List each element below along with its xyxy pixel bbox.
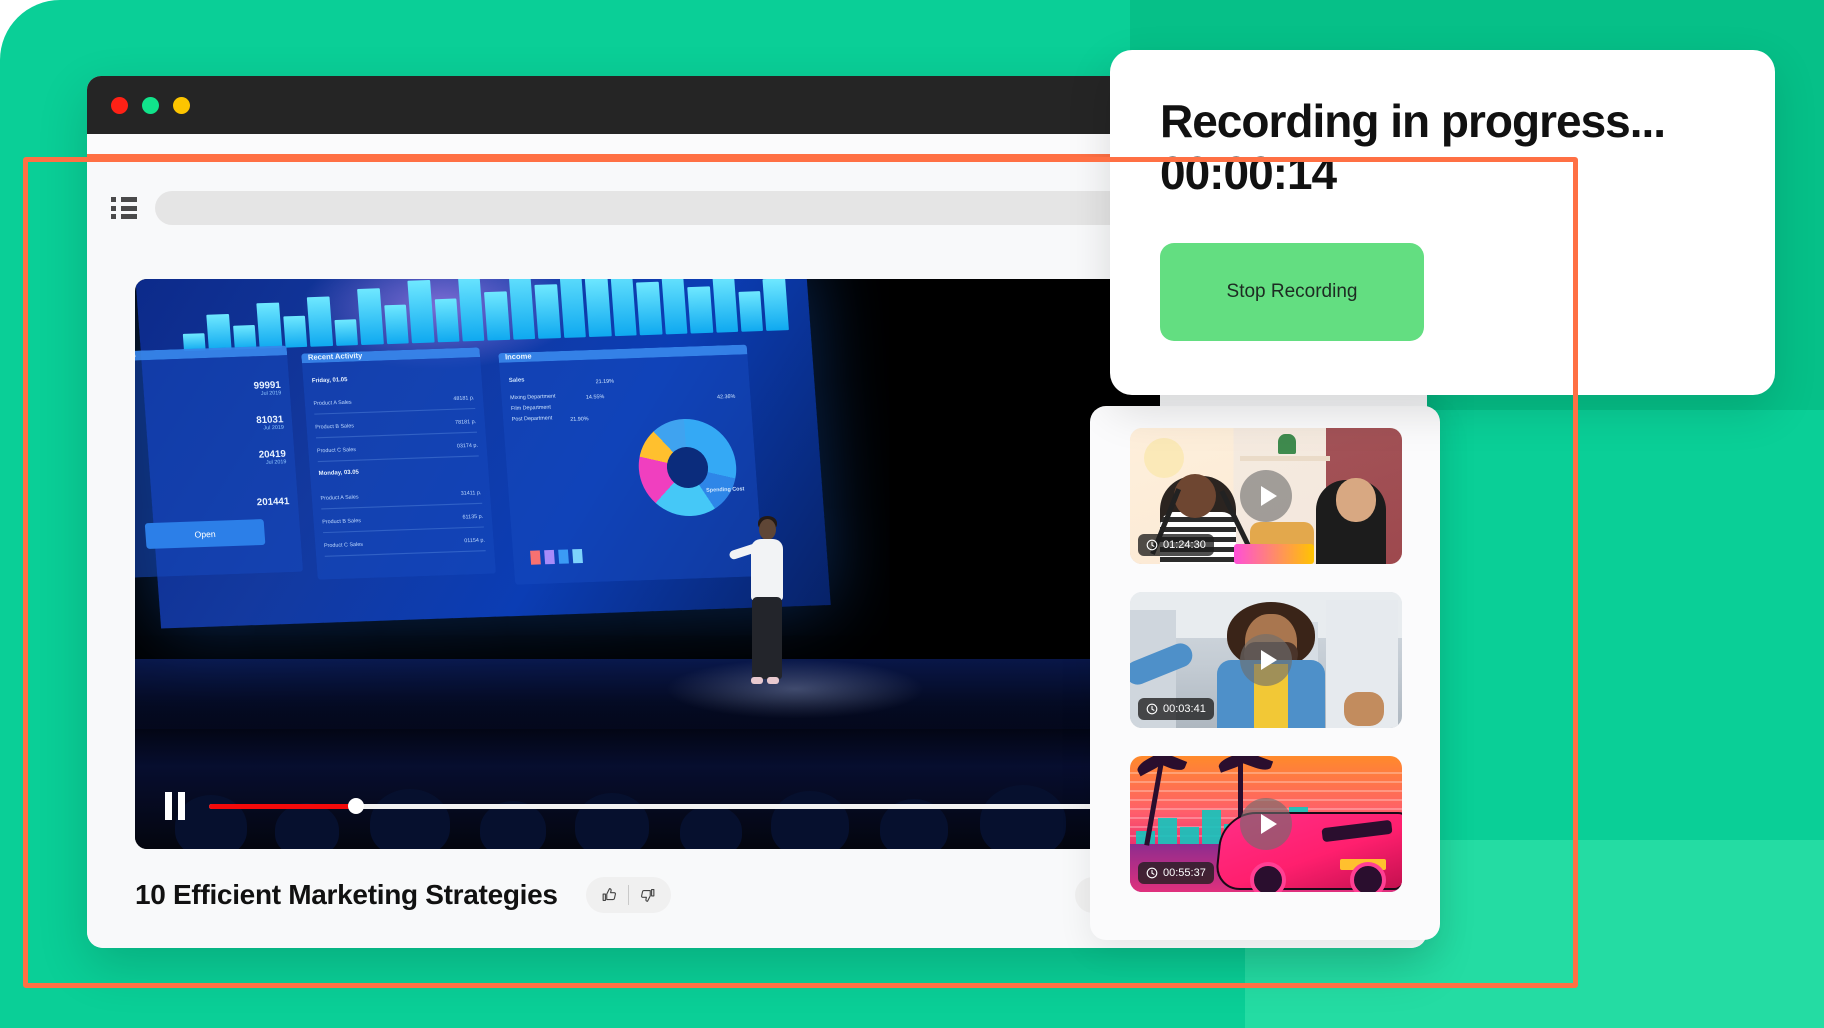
duration-badge: 00:03:41 [1138, 698, 1214, 720]
duration-badge: 00:55:37 [1138, 862, 1214, 884]
list-icon[interactable] [111, 197, 137, 219]
play-icon[interactable] [1240, 470, 1292, 522]
income-donut-chart [635, 417, 740, 518]
activity-label: Product C Sales [323, 540, 364, 549]
suggestions-sidebar: 01:24:30 00:03:41 00:55:37 [1090, 406, 1440, 940]
video-player[interactable]: ounts 99991 Jul 2019 81031 Jul 2019 2041… [135, 279, 1160, 849]
suggestion-thumbnail[interactable]: 01:24:30 [1130, 428, 1402, 564]
screenshot-root: ounts 99991 Jul 2019 81031 Jul 2019 2041… [0, 0, 1824, 1028]
stop-recording-button[interactable]: Stop Recording [1160, 243, 1424, 342]
activity-amount: 48181 p. [453, 394, 475, 402]
recording-timer: 00:00:14 [1160, 146, 1337, 199]
activity-amount: 61135 p. [462, 512, 484, 521]
presentation-slide: ounts 99991 Jul 2019 81031 Jul 2019 2041… [135, 279, 831, 629]
duration-text: 01:24:30 [1163, 539, 1206, 551]
income-percent: 14.55% [585, 393, 605, 401]
progress-fill [209, 803, 357, 809]
player-controls [135, 763, 1160, 849]
clock-icon [1146, 867, 1158, 879]
income-legend-title: Sales [508, 377, 525, 385]
income-percent: 21.19% [595, 378, 615, 386]
activity-label: Product B Sales [321, 517, 362, 526]
play-icon[interactable] [1240, 634, 1292, 686]
activity-amount: 31411 p. [460, 489, 482, 497]
activity-amount: 03174 p. [456, 441, 479, 450]
recording-status: Recording in progress... [1160, 95, 1666, 147]
slide-recent-title: Recent Activity [307, 352, 363, 362]
activity-label: Product A Sales [320, 493, 359, 502]
income-department: Post Department [511, 415, 553, 423]
activity-amount: 78181 p. [454, 418, 477, 426]
suggestion-thumbnail[interactable]: 00:55:37 [1130, 756, 1402, 892]
account-date: Jul 2019 [265, 458, 287, 467]
video-title-row: 10 Efficient Marketing Strategies [135, 865, 1160, 925]
income-percent: 42.36% [716, 393, 736, 401]
account-date: Jul 2019 [260, 389, 282, 398]
clock-icon [1146, 703, 1158, 715]
slide-accounts-title: ounts [135, 352, 136, 360]
suggestion-thumbnail[interactable]: 00:03:41 [1130, 592, 1402, 728]
income-department: Mixing Department [509, 393, 556, 402]
play-icon[interactable] [1240, 798, 1292, 850]
activity-amount: 01154 p. [464, 536, 486, 544]
account-value: 201441 [256, 495, 290, 508]
slide-recent-activity-panel: Recent Activity Friday, 01.05 Product A … [301, 347, 497, 580]
activity-label: Product B Sales [315, 422, 355, 431]
maximize-button[interactable] [173, 96, 190, 114]
slide-income-title: Income [504, 353, 532, 362]
duration-text: 00:55:37 [1163, 867, 1206, 879]
minimize-button[interactable] [142, 96, 159, 114]
slide-accounts-panel: ounts 99991 Jul 2019 81031 Jul 2019 2041… [135, 345, 304, 578]
duration-badge: 01:24:30 [1138, 534, 1214, 556]
progress-bar[interactable] [209, 798, 1130, 814]
activity-label: Product C Sales [316, 446, 357, 454]
progress-handle[interactable] [348, 798, 365, 814]
clock-icon [1146, 539, 1158, 551]
presenter-figure [728, 516, 795, 699]
account-date: Jul 2019 [263, 424, 285, 432]
income-percent: 21.90% [570, 415, 589, 424]
slide-content: ounts 99991 Jul 2019 81031 Jul 2019 2041… [135, 279, 831, 628]
activity-day: Friday, 01.05 [311, 376, 348, 385]
page-title: 10 Efficient Marketing Strategies [135, 879, 558, 910]
rating-group [585, 877, 671, 913]
slide-open-button: Open [144, 519, 266, 550]
duration-text: 00:03:41 [1163, 703, 1206, 715]
activity-label: Product A Sales [313, 398, 352, 407]
pause-button[interactable] [165, 792, 187, 820]
income-department: Film Department [510, 404, 552, 413]
thumbs-down-icon[interactable] [629, 877, 667, 913]
income-legend-swatches [530, 548, 583, 565]
close-button[interactable] [111, 96, 128, 114]
thumbs-up-icon[interactable] [590, 877, 628, 913]
activity-day: Monday, 03.05 [318, 469, 360, 478]
slide-income-panel: Income Sales Mixing Department Film Depa… [498, 344, 764, 585]
spending-title: Spending Cost [705, 486, 745, 494]
recording-panel: Recording in progress... 00:00:14 Stop R… [1110, 50, 1775, 395]
